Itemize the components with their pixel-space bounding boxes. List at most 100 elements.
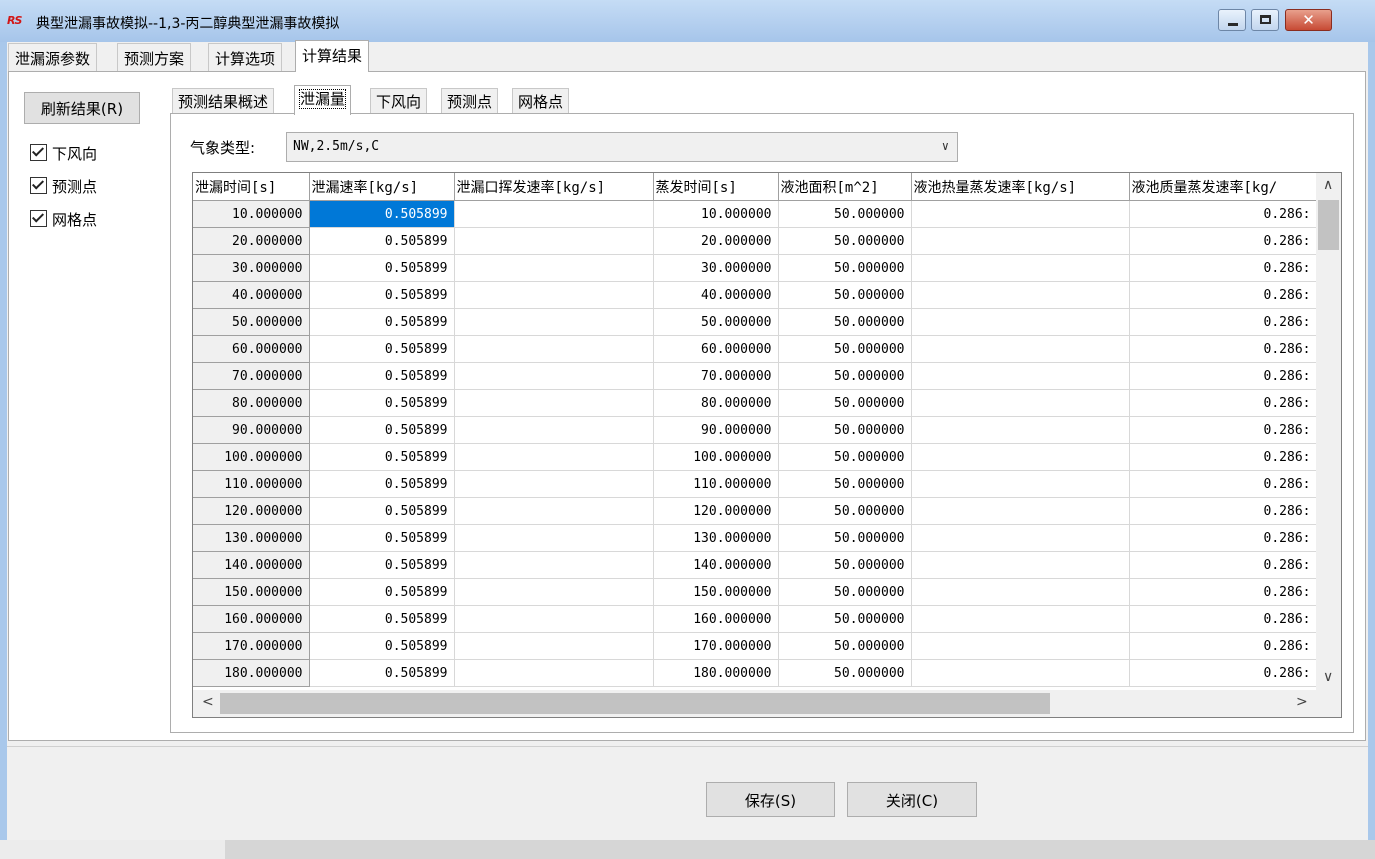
table-cell[interactable] [454, 497, 654, 525]
table-cell[interactable]: 50.000000 [778, 632, 912, 660]
column-header[interactable]: 泄漏时间[s] [193, 173, 310, 201]
table-cell[interactable]: 0.505899 [309, 605, 455, 633]
table-cell[interactable]: 60.000000 [653, 335, 779, 363]
table-cell[interactable]: 20.000000 [653, 227, 779, 255]
scroll-down-icon[interactable]: ∨ [1323, 669, 1333, 685]
tab-leak-amount[interactable]: 泄漏量 [294, 85, 352, 115]
table-cell[interactable] [911, 227, 1130, 255]
tab-forecast-plan[interactable]: 预测方案 [117, 43, 192, 71]
table-cell[interactable]: 50.000000 [778, 659, 912, 687]
save-button[interactable]: 保存(S) [706, 782, 835, 817]
table-cell[interactable]: 0.505899 [309, 227, 455, 255]
downwind-checkbox[interactable]: 下风向 [30, 143, 97, 165]
table-cell[interactable] [911, 200, 1130, 228]
table-row[interactable]: 160.000000 0.505899 160.000000 50.000000 0.2… [193, 605, 1318, 633]
table-cell[interactable]: 0.505899 [309, 551, 455, 579]
table-cell[interactable]: 0.286: [1129, 470, 1318, 498]
table-cell[interactable]: 50.000000 [778, 443, 912, 471]
close-button[interactable]: 关闭(C) [847, 782, 977, 817]
row-header-cell[interactable]: 160.000000 [193, 605, 310, 633]
table-cell[interactable] [911, 443, 1130, 471]
weather-type-select[interactable]: NW,2.5m/s,C ∨ [286, 132, 958, 162]
leak-data-grid[interactable]: 泄漏时间[s] 泄漏速率[kg/s] 泄漏口挥发速率[kg/s] 蒸发时间[s] 液池面… [192, 172, 1342, 718]
table-row[interactable]: 60.000000 0.505899 60.000000 50.000000 0.286… [193, 335, 1318, 363]
table-row[interactable]: 50.000000 0.505899 50.000000 50.000000 0.286… [193, 308, 1318, 336]
table-cell[interactable] [454, 281, 654, 309]
table-cell[interactable]: 50.000000 [778, 524, 912, 552]
table-cell[interactable] [911, 308, 1130, 336]
table-cell[interactable] [911, 578, 1130, 606]
vertical-scroll-thumb[interactable] [1318, 200, 1339, 250]
table-cell[interactable]: 40.000000 [653, 281, 779, 309]
table-cell[interactable]: 0.286: [1129, 254, 1318, 282]
table-cell[interactable]: 50.000000 [778, 605, 912, 633]
table-cell[interactable] [911, 605, 1130, 633]
table-row[interactable]: 20.000000 0.505899 20.000000 50.000000 0.286… [193, 227, 1318, 255]
table-cell[interactable] [454, 416, 654, 444]
table-cell[interactable] [911, 362, 1130, 390]
row-header-cell[interactable]: 40.000000 [193, 281, 310, 309]
table-cell[interactable]: 0.505899 [309, 389, 455, 417]
minimize-button[interactable] [1218, 9, 1246, 31]
table-cell[interactable]: 0.286: [1129, 659, 1318, 687]
table-cell[interactable]: 0.286: [1129, 551, 1318, 579]
table-cell[interactable]: 0.286: [1129, 497, 1318, 525]
table-cell[interactable]: 0.505899 [309, 659, 455, 687]
table-cell[interactable] [454, 362, 654, 390]
table-cell[interactable]: 0.286: [1129, 389, 1318, 417]
grid-point-checkbox[interactable]: 网格点 [30, 209, 97, 231]
table-cell[interactable] [454, 254, 654, 282]
table-cell[interactable]: 0.505899 [309, 524, 455, 552]
row-header-cell[interactable]: 100.000000 [193, 443, 310, 471]
table-cell[interactable]: 0.286: [1129, 443, 1318, 471]
table-row[interactable]: 30.000000 0.505899 30.000000 50.000000 0.286… [193, 254, 1318, 282]
row-header-cell[interactable]: 170.000000 [193, 632, 310, 660]
table-cell[interactable]: 0.286: [1129, 200, 1318, 228]
refresh-results-button[interactable]: 刷新结果(R) [24, 92, 140, 124]
table-row[interactable]: 170.000000 0.505899 170.000000 50.000000 0.2… [193, 632, 1318, 660]
table-cell[interactable] [911, 335, 1130, 363]
table-cell[interactable]: 0.286: [1129, 227, 1318, 255]
table-cell[interactable] [454, 200, 654, 228]
table-cell[interactable] [454, 659, 654, 687]
table-cell[interactable]: 0.505899 [309, 470, 455, 498]
table-row[interactable]: 100.000000 0.505899 100.000000 50.000000 0.2… [193, 443, 1318, 471]
table-cell[interactable]: 0.505899 [309, 281, 455, 309]
tab-forecast-point[interactable]: 预测点 [441, 88, 499, 114]
table-cell[interactable]: 90.000000 [653, 416, 779, 444]
table-cell[interactable] [454, 389, 654, 417]
tab-calc-results[interactable]: 计算结果 [295, 40, 370, 72]
column-header[interactable]: 液池质量蒸发速率[kg/ [1129, 173, 1318, 201]
column-header[interactable]: 蒸发时间[s] [653, 173, 779, 201]
table-cell[interactable]: 0.505899 [309, 632, 455, 660]
table-cell[interactable]: 0.505899 [309, 254, 455, 282]
table-cell[interactable]: 50.000000 [778, 335, 912, 363]
column-header[interactable]: 液池面积[m^2] [778, 173, 912, 201]
table-cell[interactable]: 110.000000 [653, 470, 779, 498]
table-cell[interactable]: 170.000000 [653, 632, 779, 660]
table-cell[interactable]: 50.000000 [778, 227, 912, 255]
title-bar[interactable]: RS 典型泄漏事故模拟--1,3-丙二醇典型泄漏事故模拟 ✕ [0, 0, 1375, 42]
close-window-button[interactable]: ✕ [1285, 9, 1332, 31]
table-cell[interactable] [454, 578, 654, 606]
table-cell[interactable]: 80.000000 [653, 389, 779, 417]
table-cell[interactable]: 50.000000 [778, 200, 912, 228]
table-row[interactable]: 90.000000 0.505899 90.000000 50.000000 0.286… [193, 416, 1318, 444]
column-header[interactable]: 泄漏口挥发速率[kg/s] [454, 173, 654, 201]
table-cell[interactable] [454, 335, 654, 363]
vertical-scrollbar[interactable]: ∧ ∨ [1316, 173, 1341, 690]
table-cell[interactable]: 0.286: [1129, 416, 1318, 444]
table-cell[interactable]: 50.000000 [778, 551, 912, 579]
table-row[interactable]: 140.000000 0.505899 140.000000 50.000000 0.2… [193, 551, 1318, 579]
table-row[interactable]: 180.000000 0.505899 180.000000 50.000000 0.2… [193, 659, 1318, 687]
table-cell[interactable]: 50.000000 [778, 578, 912, 606]
table-row[interactable]: 110.000000 0.505899 110.000000 50.000000 0.2… [193, 470, 1318, 498]
row-header-cell[interactable]: 50.000000 [193, 308, 310, 336]
row-header-cell[interactable]: 120.000000 [193, 497, 310, 525]
table-cell[interactable]: 50.000000 [778, 308, 912, 336]
row-header-cell[interactable]: 80.000000 [193, 389, 310, 417]
row-header-cell[interactable]: 70.000000 [193, 362, 310, 390]
table-cell[interactable] [454, 470, 654, 498]
table-cell[interactable]: 0.286: [1129, 632, 1318, 660]
table-cell[interactable]: 0.505899 [309, 200, 455, 228]
